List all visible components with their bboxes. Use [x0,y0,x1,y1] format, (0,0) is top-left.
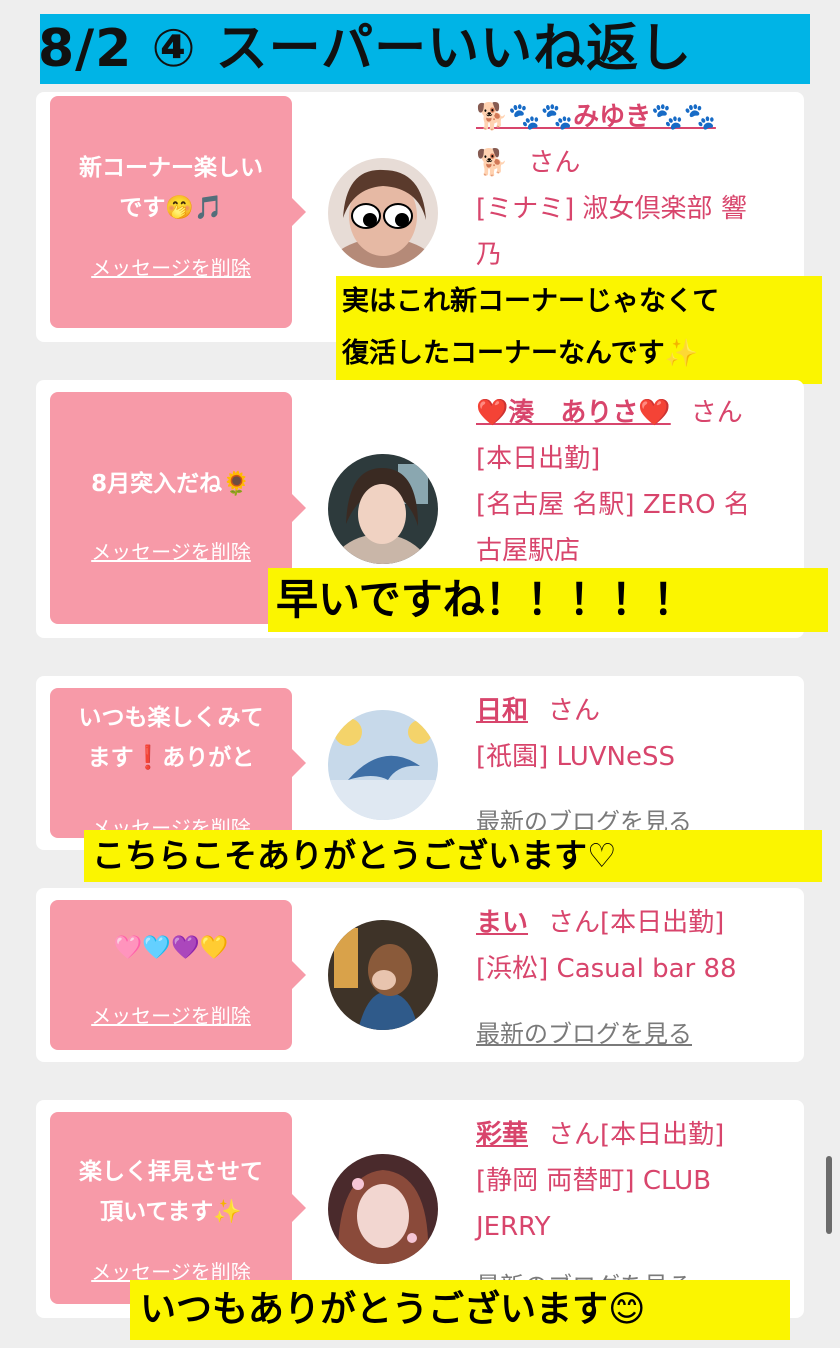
note-line: 復活したコーナーなんです✨ [342,338,699,369]
delete-message-link[interactable]: メッセージを削除 [50,536,292,565]
shop-name: [静岡 両替町] CLUB [476,1166,712,1196]
shop-name: [名古屋 名駅] ZERO 名 [476,490,750,520]
avatar[interactable] [328,710,438,820]
scrollbar-thumb[interactable] [826,1156,832,1234]
latest-blog-link[interactable]: 最新のブログを見る [476,1014,692,1049]
shop-name: [浜松] Casual bar 88 [476,954,737,984]
user-name-link[interactable]: まい [476,908,528,938]
honorific: さん [548,1120,601,1150]
user-name-link[interactable]: 日和 [476,696,528,726]
annotation-note-2: 早いですね！！！！！ [268,568,828,632]
message-bubble: 🩷🩵💜💛 メッセージを削除 [50,900,306,1050]
message-line: 楽しく拝見させて [79,1159,263,1185]
user-info: ❤️湊 ありさ❤️ さん [本日出勤] [名古屋 名駅] ZERO 名 古屋駅店 [476,390,794,574]
note-line: 早いですね！！！！！ [276,575,695,624]
honorific: さん [528,148,581,178]
note-line: こちらこそありがとうございます♡ [92,836,617,875]
message-text: 🩷🩵💜💛 [60,928,282,968]
user-name-suffix: 🐕 [476,148,509,178]
status-badge: [本日出勤] [600,1120,725,1150]
shop-name-cont: 乃 [476,240,503,270]
avatar[interactable] [328,920,438,1030]
avatar[interactable] [328,158,438,268]
message-line: 頂いてます✨ [100,1199,242,1225]
page-title: 8/2 ④ スーパーいいね返し [38,19,693,79]
message-bubble: 楽しく拝見させて 頂いてます✨ メッセージを削除 [50,1112,306,1304]
note-line: 実はこれ新コーナーじゃなくて [342,286,720,317]
message-card-4: 🩷🩵💜💛 メッセージを削除 まい さん[本日出勤] [浜松] Casual bar… [36,888,804,1062]
message-line: です🤭🎵 [119,195,223,221]
message-text: 楽しく拝見させて 頂いてます✨ [60,1152,282,1232]
honorific: さん [548,908,601,938]
message-line: 8月突入だね🌻 [91,471,251,497]
message-card-3: いつも楽しくみて ます❗️ありがと メッセージを削除 日和 さん [祇園] LUV… [36,676,804,850]
message-line: 新コーナー楽しい [79,155,263,181]
user-info: 彩華 さん[本日出勤] [静岡 両替町] CLUB JERRY [476,1112,794,1250]
honorific: さん [690,398,743,428]
user-info: 日和 さん [祇園] LUVNeSS [476,688,794,780]
user-info: まい さん[本日出勤] [浜松] Casual bar 88 [476,900,794,992]
shop-name-cont: JERRY [476,1212,551,1242]
message-text: いつも楽しくみて ます❗️ありがと [60,698,282,778]
message-bubble: 8月突入だね🌻 メッセージを削除 [50,392,306,624]
user-name-link[interactable]: 🐕🐾🐾みゆき🐾🐾 [476,102,716,132]
avatar[interactable] [328,1154,438,1264]
delete-message-link[interactable]: メッセージを削除 [50,252,292,281]
status-badge: [本日出勤] [476,444,601,474]
user-info: 🐕🐾🐾みゆき🐾🐾 🐕 さん [ミナミ] 淑女倶楽部 響 乃 [476,94,794,278]
shop-name: [祇園] LUVNeSS [476,742,676,772]
message-line: いつも楽しくみて [78,705,264,731]
user-name-link[interactable]: 彩華 [476,1120,528,1150]
message-text: 新コーナー楽しい です🤭🎵 [60,148,282,228]
status-badge: [本日出勤] [600,908,725,938]
message-bubble: 新コーナー楽しい です🤭🎵 メッセージを削除 [50,96,306,328]
message-bubble: いつも楽しくみて ます❗️ありがと メッセージを削除 [50,688,306,840]
note-line: いつもありがとうございます😊 [140,1289,646,1330]
annotation-note-3: こちらこそありがとうございます♡ [84,830,822,882]
avatar[interactable] [328,454,438,564]
honorific: さん [548,696,601,726]
user-name-link[interactable]: ❤️湊 ありさ❤️ [476,398,671,428]
message-line: ます❗️ありがと [87,745,255,771]
annotation-note-5: いつもありがとうございます😊 [130,1280,790,1340]
message-line: 🩷🩵💜💛 [113,935,229,961]
shop-name: [ミナミ] 淑女倶楽部 響 [476,194,747,224]
message-text: 8月突入だね🌻 [60,464,282,504]
delete-message-link[interactable]: メッセージを削除 [50,1000,292,1029]
annotation-note-1: 実はこれ新コーナーじゃなくて 復活したコーナーなんです✨ [336,276,822,384]
